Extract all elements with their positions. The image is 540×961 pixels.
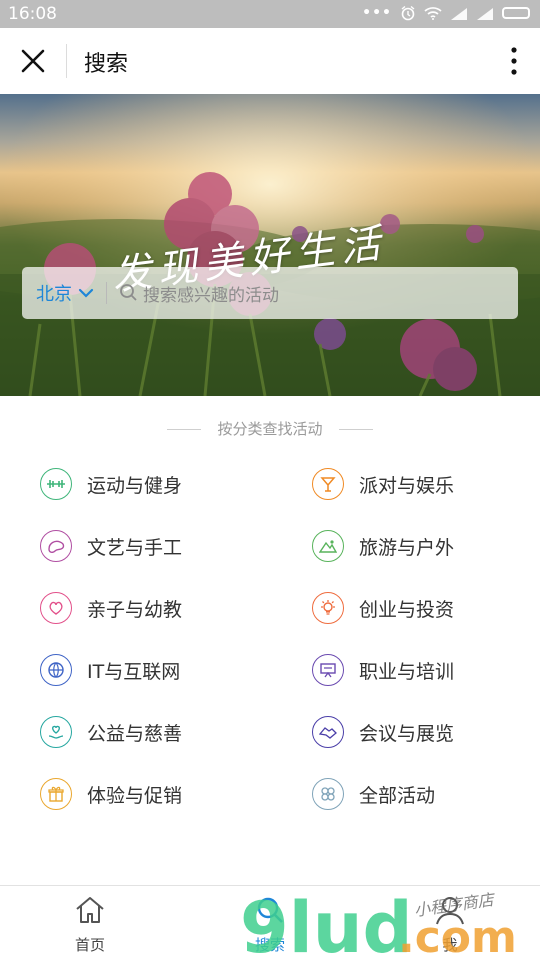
category-conference[interactable]: 会议与展览: [312, 716, 454, 748]
close-icon: [21, 49, 45, 73]
more-vertical-icon: [511, 47, 517, 75]
nav-divider: [66, 44, 67, 78]
category-label: 旅游与户外: [359, 536, 455, 559]
hero-banner: 发现美好生活: [0, 94, 540, 396]
category-label: 亲子与幼教: [87, 598, 183, 621]
palette-icon: [40, 530, 72, 562]
globe-icon: [40, 654, 72, 686]
section-title-text: 按分类查找活动: [217, 420, 323, 438]
category-label: 文艺与手工: [87, 536, 183, 559]
search-separator: [106, 282, 107, 304]
category-charity[interactable]: 公益与慈善: [40, 716, 182, 748]
status-time: 16:08: [8, 4, 57, 24]
lightbulb-icon: [312, 592, 344, 624]
notification-dots-icon: •••: [362, 5, 392, 21]
signal-icon: [451, 7, 467, 20]
title-line-left: [167, 429, 202, 430]
city-selector[interactable]: 北京: [36, 280, 94, 306]
tab-home-label: 首页: [74, 936, 105, 954]
watermark-logo: 9lud .com 小程序商店: [240, 888, 517, 960]
category-it[interactable]: IT与互联网: [40, 654, 180, 686]
category-label: 体验与促销: [87, 784, 183, 807]
status-bar: 16:08 •••: [0, 0, 540, 28]
gift-icon: [40, 778, 72, 810]
category-label: 运动与健身: [87, 474, 183, 497]
cocktail-icon: [312, 468, 344, 500]
dumbbell-icon: [40, 468, 72, 500]
battery-icon: [502, 7, 530, 19]
signal-icon-2: [477, 7, 493, 20]
tab-home[interactable]: 首页: [0, 886, 180, 961]
clover-icon: [312, 778, 344, 810]
category-label: 公益与慈善: [87, 722, 183, 745]
city-label: 北京: [36, 284, 72, 305]
mountain-icon: [312, 530, 344, 562]
wifi-icon: [424, 7, 442, 20]
category-section-title: 按分类查找活动: [0, 418, 540, 439]
top-navbar: 搜索: [0, 28, 540, 95]
category-label: 全部活动: [359, 784, 436, 807]
more-button[interactable]: [506, 44, 522, 78]
home-icon: [76, 897, 104, 923]
chevron-down-icon: [78, 288, 94, 298]
category-all[interactable]: 全部活动: [312, 778, 435, 810]
status-icons: •••: [362, 5, 530, 21]
category-label: 派对与娱乐: [359, 474, 455, 497]
category-label: 创业与投资: [359, 598, 455, 621]
category-arts[interactable]: 文艺与手工: [40, 530, 182, 562]
charity-heart-icon: [40, 716, 72, 748]
handshake-icon: [312, 716, 344, 748]
category-startup[interactable]: 创业与投资: [312, 592, 454, 624]
search-input[interactable]: 搜索感兴趣的活动: [143, 281, 279, 306]
presentation-icon: [312, 654, 344, 686]
search-icon: [119, 283, 139, 303]
category-label: IT与互联网: [87, 660, 181, 683]
category-travel[interactable]: 旅游与户外: [312, 530, 454, 562]
category-family[interactable]: 亲子与幼教: [40, 592, 182, 624]
watermark-text: 9lud: [240, 888, 413, 960]
category-label: 会议与展览: [359, 722, 455, 745]
title-line-right: [338, 429, 373, 430]
category-experience[interactable]: 体验与促销: [40, 778, 182, 810]
category-sports[interactable]: 运动与健身: [40, 468, 182, 500]
category-party[interactable]: 派对与娱乐: [312, 468, 454, 500]
search-bar: 北京 搜索感兴趣的活动: [22, 267, 518, 319]
page-title: 搜索: [84, 52, 129, 77]
close-button[interactable]: [14, 42, 52, 80]
category-career[interactable]: 职业与培训: [312, 654, 454, 686]
category-label: 职业与培训: [359, 660, 455, 683]
alarm-icon: [401, 5, 415, 21]
heart-hand-icon: [40, 592, 72, 624]
